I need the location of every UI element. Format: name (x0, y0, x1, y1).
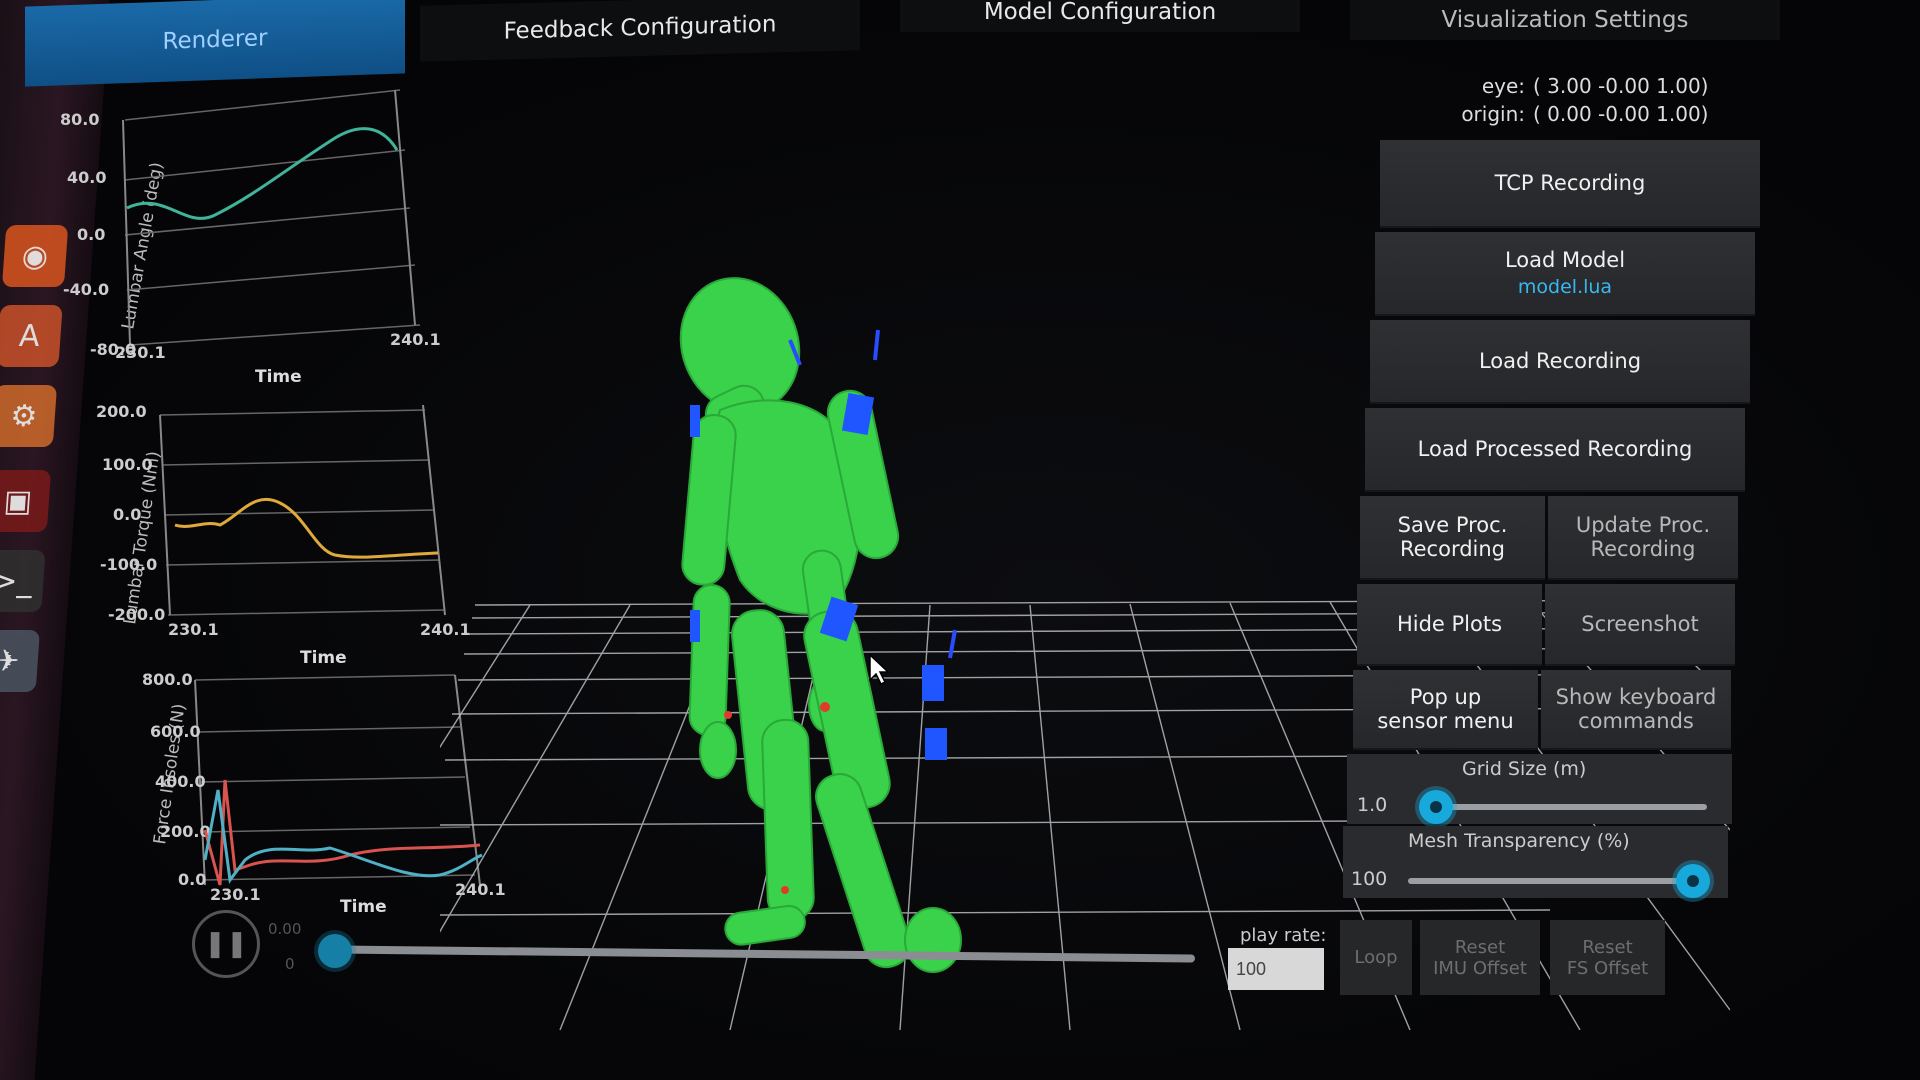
lumbar-torque-plot: Lumbar Torque (Nm) 200.0 100.0 0.0 -100.… (80, 395, 480, 689)
tab-model-configuration[interactable]: Model Configuration (900, 0, 1300, 32)
save-proc-label-1: Save Proc. (1397, 513, 1508, 537)
loop-label: Loop (1354, 947, 1398, 968)
photo-icon[interactable]: ▣ (0, 470, 52, 532)
mesh-transparency-control: Mesh Transparency (%) 100 (1343, 826, 1728, 898)
popup-label-1: Pop up (1409, 685, 1482, 709)
y-tick: 0.0 (178, 870, 206, 889)
screenshot-label: Screenshot (1581, 612, 1699, 636)
mesh-transparency-value: 100 (1351, 868, 1388, 890)
tab-renderer-label: Renderer (162, 25, 268, 55)
play-pause-button[interactable]: ❚❚ (192, 910, 260, 978)
y-tick: 0.0 (113, 505, 141, 524)
grid-size-slider-handle[interactable] (1419, 790, 1454, 824)
camera-readout: eye: ( 3.00 -0.00 1.00) origin: ( 0.00 -0.… (1455, 72, 1709, 128)
update-proc-label-1: Update Proc. (1575, 513, 1711, 537)
tab-visualization-label: Visualization Settings (1441, 7, 1689, 33)
grid-size-label: Grid Size (m) (1462, 758, 1587, 780)
play-rate-input[interactable] (1228, 948, 1324, 990)
load-processed-recording-button[interactable]: Load Processed Recording (1365, 408, 1745, 492)
settings-icon[interactable]: ⚙ (0, 385, 58, 447)
y-tick: -40.0 (63, 280, 109, 299)
eye-value: ( 3.00 -0.00 1.00) (1533, 74, 1709, 98)
font-icon[interactable]: A (0, 305, 63, 367)
tcp-recording-label: TCP Recording (1494, 171, 1646, 195)
y-tick: 800.0 (142, 670, 193, 689)
hide-plots-button[interactable]: Hide Plots (1357, 584, 1542, 666)
force-insole-left-series (203, 779, 481, 886)
lumbar-torque-series (174, 497, 439, 559)
y-tick: 100.0 (102, 455, 153, 474)
y-tick: 400.0 (155, 772, 206, 791)
load-recording-button[interactable]: Load Recording (1370, 320, 1750, 404)
x-axis-label: Time (340, 897, 387, 917)
y-tick: 200.0 (160, 822, 211, 841)
grid-size-track[interactable] (1422, 804, 1707, 810)
x-tick-max: 240.1 (390, 330, 441, 349)
x-tick-min: 230.1 (115, 343, 166, 362)
y-tick: 200.0 (96, 402, 147, 421)
y-tick: 80.0 (60, 110, 99, 129)
tab-model-label: Model Configuration (983, 0, 1217, 25)
plot-ylabel: Lumbar Torque (Nm) (120, 450, 164, 626)
update-proc-label-2: Recording (1590, 537, 1696, 561)
hide-plots-label: Hide Plots (1396, 612, 1503, 636)
grid-size-value: 1.0 (1357, 794, 1388, 816)
tab-feedback-configuration[interactable]: Feedback Configuration (420, 0, 860, 62)
loop-button[interactable]: Loop (1340, 920, 1412, 995)
keyboard-label-1: Show keyboard (1555, 685, 1717, 709)
reset-imu-offset-button[interactable]: Reset IMU Offset (1420, 920, 1540, 995)
y-tick: 600.0 (150, 722, 201, 741)
x-tick-min: 230.1 (168, 620, 219, 639)
mesh-transparency-label: Mesh Transparency (%) (1408, 830, 1630, 852)
x-axis-label: Time (300, 648, 347, 668)
reset-imu-label-2: IMU Offset (1433, 957, 1527, 979)
reset-fs-label-1: Reset (1582, 936, 1633, 958)
origin-label: origin: (1461, 102, 1525, 126)
load-model-label: Load Model (1504, 248, 1626, 272)
tcp-recording-button[interactable]: TCP Recording (1380, 140, 1760, 228)
application-screen: ◉ A ⚙ ▣ >_ ✈ Renderer Feedback Configura… (0, 0, 1920, 1080)
popup-label-2: sensor menu (1377, 709, 1514, 733)
time-top-value: 0.00 (268, 920, 302, 938)
reset-fs-offset-button[interactable]: Reset FS Offset (1550, 920, 1665, 995)
save-proc-label-2: Recording (1399, 537, 1506, 561)
timeline-slider-handle[interactable] (318, 934, 352, 968)
app-icon[interactable]: ✈ (0, 630, 40, 692)
mesh-transparency-slider-handle[interactable] (1676, 864, 1710, 898)
tab-feedback-label: Feedback Configuration (503, 11, 777, 45)
show-keyboard-commands-button[interactable]: Show keyboard commands (1541, 670, 1731, 750)
keyboard-label-2: commands (1578, 709, 1694, 733)
x-tick-min: 230.1 (210, 885, 261, 904)
tab-renderer[interactable]: Renderer (25, 0, 405, 87)
pause-icon: ❚❚ (204, 929, 248, 959)
play-rate-label: play rate: (1240, 925, 1327, 946)
y-tick: -100.0 (100, 555, 157, 574)
tab-visualization-settings[interactable]: Visualization Settings (1350, 0, 1780, 40)
reset-imu-label-1: Reset (1454, 936, 1506, 958)
screenshot-button[interactable]: Screenshot (1545, 584, 1735, 666)
load-recording-label: Load Recording (1478, 349, 1642, 373)
save-proc-recording-button[interactable]: Save Proc. Recording (1360, 496, 1545, 580)
update-proc-recording-button[interactable]: Update Proc. Recording (1548, 496, 1738, 580)
x-axis-label: Time (255, 367, 302, 387)
time-bottom-value: 0 (285, 955, 295, 973)
eye-label: eye: (1481, 74, 1525, 98)
load-model-button[interactable]: Load Model model.lua (1375, 232, 1755, 316)
lumbar-angle-series (126, 127, 399, 220)
terminal-icon[interactable]: >_ (0, 550, 46, 612)
grid-size-control: Grid Size (m) 1.0 (1347, 754, 1732, 824)
mouse-cursor-icon (869, 653, 890, 686)
load-processed-label: Load Processed Recording (1417, 437, 1693, 461)
model-arm-right (681, 414, 737, 586)
reset-fs-label-2: FS Offset (1566, 957, 1649, 979)
popup-sensor-menu-button[interactable]: Pop up sensor menu (1353, 670, 1538, 750)
mesh-transparency-track[interactable] (1408, 878, 1693, 884)
y-tick: 0.0 (77, 225, 105, 244)
lumbar-angle-plot: Lumbar Angle (deg) 80.0 40.0 0.0 -40.0 -… (55, 89, 455, 404)
y-tick: 40.0 (67, 168, 106, 187)
model-file-name: model.lua (1517, 276, 1613, 298)
y-tick: -200.0 (108, 605, 165, 624)
origin-value: ( 0.00 -0.00 1.00) (1533, 102, 1709, 126)
